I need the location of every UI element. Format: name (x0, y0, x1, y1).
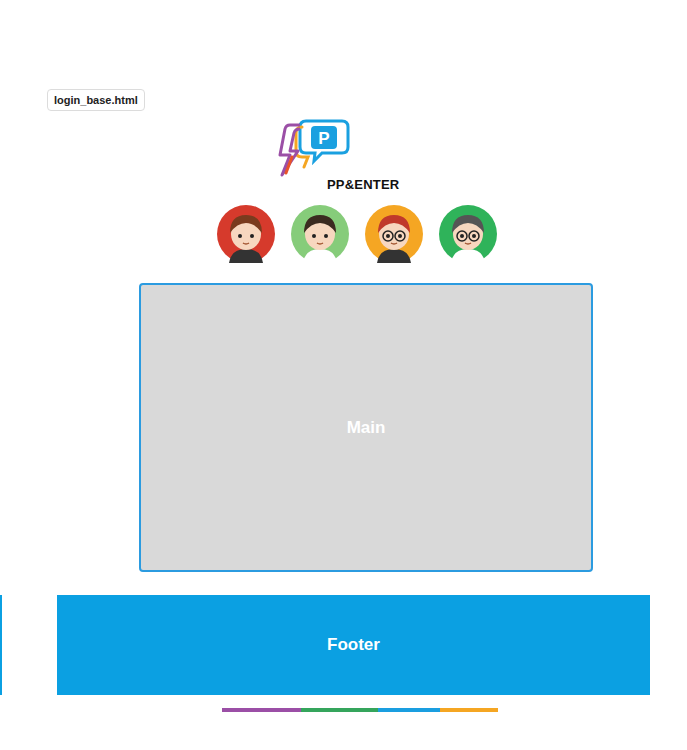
main-area: Main (139, 283, 593, 572)
logo-letter: P (318, 129, 329, 148)
brand-name: PP&ENTER (327, 177, 438, 192)
avatar-icon (439, 205, 497, 263)
frame-label: login_base.html (47, 89, 145, 111)
avatar-icon (365, 205, 423, 263)
footer-row: Footer (0, 595, 687, 695)
avatar-icon (291, 205, 349, 263)
color-bar (222, 708, 498, 712)
logo-icon: P (278, 117, 350, 177)
color-segment (301, 708, 378, 712)
main-label: Main (347, 415, 386, 441)
page: login_base.html P PP&ENTER Main Footer (0, 0, 687, 712)
edge-line (0, 595, 2, 695)
frame-label-row: login_base.html (0, 87, 687, 111)
color-segment (222, 708, 301, 712)
footer-area: Footer (57, 595, 650, 695)
footer-label: Footer (327, 632, 380, 658)
color-segment (378, 708, 440, 712)
avatar-icon (217, 205, 275, 263)
avatar-row (0, 205, 687, 263)
color-segment (440, 708, 498, 712)
logo: P PP&ENTER (278, 117, 438, 192)
